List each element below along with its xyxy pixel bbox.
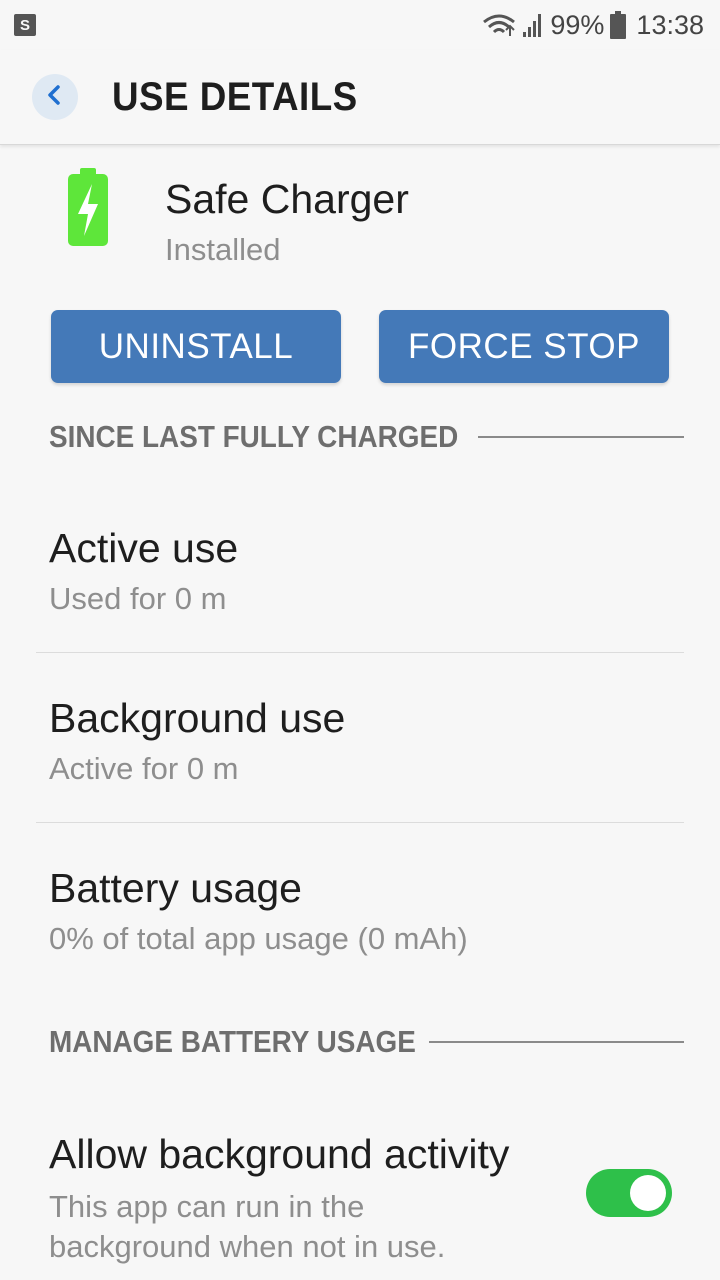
back-button[interactable] — [32, 74, 78, 120]
clock: 13:38 — [636, 9, 704, 40]
signal-icon — [522, 12, 544, 38]
page-title: USE DETAILS — [112, 74, 358, 119]
chevron-left-icon — [45, 84, 65, 111]
s-notification-icon: S — [14, 14, 36, 36]
background-use-row[interactable]: Background use Active for 0 m — [0, 690, 720, 823]
row-subtitle: Active for 0 m — [49, 751, 239, 786]
divider — [36, 652, 684, 653]
section-title: SINCE LAST FULLY CHARGED — [49, 419, 459, 454]
section-header-since-charged: SINCE LAST FULLY CHARGED — [49, 417, 684, 457]
status-bar: S 99% 13:38 — [0, 0, 720, 50]
section-divider — [477, 436, 684, 438]
app-header: USE DETAILS — [0, 50, 720, 145]
row-title: Background use — [49, 695, 346, 741]
app-info: Safe Charger Installed — [0, 160, 720, 280]
row-title: Battery usage — [49, 865, 302, 911]
row-title: Active use — [49, 525, 239, 571]
app-name: Safe Charger — [165, 176, 409, 222]
row-subtitle: Used for 0 m — [49, 581, 227, 616]
wifi-icon — [482, 12, 516, 38]
force-stop-button[interactable]: FORCE STOP — [379, 310, 669, 383]
battery-icon — [610, 11, 627, 39]
row-subtitle: This app can run in the background when … — [49, 1189, 446, 1264]
app-install-status: Installed — [165, 232, 281, 267]
battery-charging-icon — [66, 168, 110, 253]
row-subtitle: 0% of total app usage (0 mAh) — [49, 921, 468, 956]
section-divider — [428, 1041, 684, 1043]
divider — [36, 822, 684, 823]
row-title: Allow background activity — [49, 1131, 510, 1177]
section-header-manage-battery: MANAGE BATTERY USAGE — [49, 1022, 684, 1062]
active-use-row[interactable]: Active use Used for 0 m — [0, 520, 720, 653]
uninstall-button[interactable]: UNINSTALL — [51, 310, 341, 383]
battery-percent: 99% — [550, 9, 605, 40]
section-title: MANAGE BATTERY USAGE — [49, 1024, 416, 1059]
allow-background-toggle[interactable] — [586, 1169, 672, 1217]
battery-usage-row[interactable]: Battery usage 0% of total app usage (0 m… — [0, 860, 720, 970]
toggle-knob — [630, 1175, 666, 1211]
